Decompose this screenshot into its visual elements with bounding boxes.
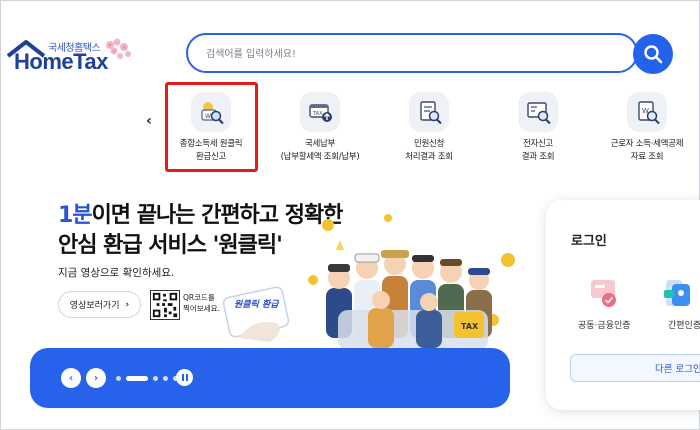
cherry-blossom-icon: [106, 38, 131, 59]
simple-auth-label[interactable]: 간편인증: [668, 318, 700, 331]
slide-dot-active[interactable]: [126, 375, 148, 381]
quick-menu-item-civil-petition[interactable]: 민원신청 처리결과 조회: [375, 92, 483, 164]
quick-menu-item-tax-payment[interactable]: TAX 국세납부 (납부할세액 조회/납부): [266, 92, 374, 164]
tax-payment-icon: TAX: [300, 92, 340, 132]
other-login-label: 다른 로그인: [655, 364, 700, 375]
qr-code-icon: [150, 290, 180, 320]
promo-subtext: 지금 영상으로 확인하세요.: [58, 267, 175, 279]
watch-video-label: 영상보러가기: [69, 301, 120, 311]
quick-menu-label-line2: 자료 조회: [630, 152, 664, 162]
quick-menu-label-line2: (납부할세액 조회/납부): [280, 152, 360, 162]
quick-menu-label-line2: 결과 조회: [521, 152, 555, 162]
slide-dot[interactable]: [116, 375, 121, 381]
certificate-login-label[interactable]: 공동·금융인증: [578, 318, 631, 331]
search-button[interactable]: [633, 34, 673, 74]
chevron-left-icon: ‹: [68, 372, 74, 384]
certificate-icon[interactable]: [587, 276, 621, 310]
search-bar[interactable]: [186, 33, 638, 73]
slide-dot[interactable]: [153, 375, 158, 381]
quick-menu-item-e-filing-result[interactable]: 전자신고 결과 조회: [484, 92, 592, 164]
quick-menu-prev-button[interactable]: ‹: [140, 112, 158, 130]
qr-caption-line2: 찍어보세요.: [183, 304, 220, 313]
slide-pause-button[interactable]: [176, 369, 193, 386]
svg-text:TAX: TAX: [312, 111, 323, 117]
other-login-button[interactable]: 다른 로그인: [570, 354, 700, 382]
highlight-box: [165, 82, 258, 172]
slide-indicator: [116, 375, 178, 381]
headline-emphasis: 1분: [58, 203, 93, 228]
pause-icon: [181, 374, 184, 381]
chevron-right-icon: ›: [125, 299, 130, 310]
hometax-logo[interactable]: 국세청홈택스 HomeTax: [4, 34, 134, 78]
qr-caption-line1: QR코드를: [183, 293, 215, 302]
chevron-right-icon: ›: [93, 372, 99, 384]
svg-text:TAX: TAX: [461, 322, 479, 331]
quick-menu-label-line1: 민원신청: [413, 139, 445, 149]
quick-menu-label-line1: 전자신고: [522, 139, 554, 149]
oneclick-tag: 원클릭 환급: [234, 300, 279, 310]
quick-menu-item-worker-deduction[interactable]: W 근로자 소득·세액공제 자료 조회: [593, 92, 700, 164]
search-icon: [644, 45, 663, 64]
civil-petition-icon: [409, 92, 449, 132]
quick-menu-label-line1: 국세납부: [304, 139, 336, 149]
slide-dot[interactable]: [163, 375, 168, 381]
simple-auth-icon[interactable]: [662, 276, 700, 310]
slide-prev-button[interactable]: ‹: [61, 368, 81, 388]
promo-illustration: TAX: [222, 214, 515, 350]
quick-menu-label-line1: 근로자 소득·세액공제: [610, 139, 684, 149]
login-title: 로그인: [571, 234, 607, 249]
e-filing-result-icon: [518, 92, 558, 132]
watch-video-button[interactable]: 영상보러가기 ›: [58, 291, 141, 318]
search-input[interactable]: [206, 44, 606, 64]
qr-caption: QR코드를 찍어보세요.: [183, 292, 220, 314]
quick-menu-label-line2: 처리결과 조회: [405, 152, 453, 162]
worker-deduction-icon: W: [627, 92, 667, 132]
logo-english-text: HomeTax: [14, 49, 108, 74]
slide-next-button[interactable]: ›: [86, 368, 106, 388]
